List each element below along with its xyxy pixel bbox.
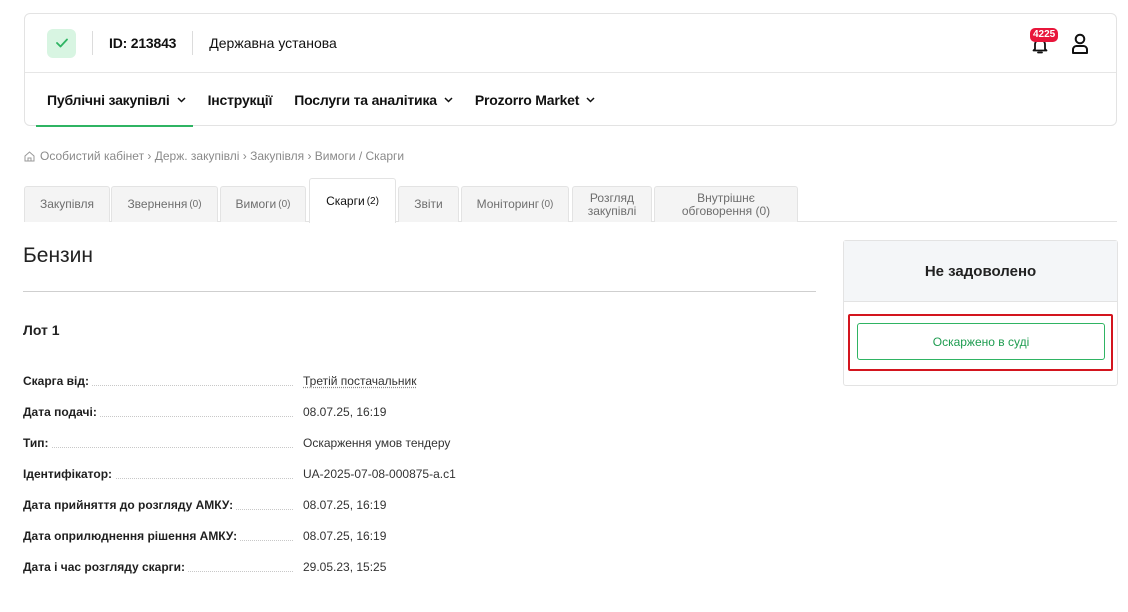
header-top: ID: 213843 Державна установа 4225 <box>25 14 1116 73</box>
page-title: Бензин <box>23 244 94 267</box>
tab-requirements[interactable]: Вимоги (0) <box>220 186 306 222</box>
tabs: Закупівля Звернення (0) Вимоги (0) Скарги(… <box>24 178 1117 223</box>
title-divider <box>23 291 816 292</box>
org-type: Державна установа <box>209 35 337 51</box>
chevron-down-icon <box>586 96 595 103</box>
breadcrumb-text[interactable]: Особистий кабінет › Держ. закупівлі › За… <box>40 149 404 163</box>
separator <box>192 31 194 55</box>
tab-procurement[interactable]: Закупівля <box>24 186 110 222</box>
chevron-down-icon <box>177 96 186 103</box>
complainant-link[interactable]: Третій постачальник <box>303 374 417 388</box>
nav-prozorro-market[interactable]: Prozorro Market <box>475 92 595 108</box>
notification-badge: 4225 <box>1030 28 1059 42</box>
home-icon[interactable] <box>24 150 35 162</box>
tab-internal-discussion[interactable]: Внутрішнє обговорення (0) <box>654 186 798 222</box>
status-title: Не задоволено <box>844 241 1117 302</box>
detail-row: Тип: Оскарження умов тендеру <box>23 436 451 450</box>
lot-title: Лот 1 <box>23 322 60 338</box>
check-icon <box>47 28 76 58</box>
active-nav-indicator <box>36 125 193 127</box>
user-icon[interactable] <box>1071 33 1089 55</box>
main-nav: Публічні закупівлі Інструкції Послуги та… <box>25 73 1116 127</box>
detail-row: Дата оприлюднення рішення АМКУ: 08.07.25… <box>23 529 387 543</box>
detail-row: Скарга від: Третій постачальник <box>23 374 417 388</box>
header-card: ID: 213843 Державна установа 4225 Публіч… <box>24 13 1117 127</box>
appealed-in-court-button[interactable]: Оскаржено в суді <box>857 323 1105 360</box>
tab-procurement-review[interactable]: Розгляд закупівлі <box>572 186 652 222</box>
tab-complaints[interactable]: Скарги (2) <box>309 178 396 223</box>
detail-row: Дата подачі: 08.07.25, 16:19 <box>23 405 387 419</box>
nav-instructions[interactable]: Інструкції <box>208 92 273 108</box>
chevron-down-icon <box>444 96 453 103</box>
tab-monitoring[interactable]: Моніторинг (0) <box>461 186 569 222</box>
tab-reports[interactable]: Звіти <box>398 186 459 222</box>
tab-appeals[interactable]: Звернення (0) <box>111 186 218 222</box>
notifications-button[interactable]: 4225 <box>1029 28 1061 58</box>
nav-services-analytics[interactable]: Послуги та аналітика <box>294 92 453 108</box>
separator <box>92 31 93 55</box>
breadcrumb: Особистий кабінет › Держ. закупівлі › За… <box>24 149 404 163</box>
detail-row: Ідентифікатор: UA-2025-07-08-000875-a.c1 <box>23 467 456 481</box>
detail-row: Дата прийняття до розгляду АМКУ: 08.07.2… <box>23 498 387 512</box>
nav-public-procurement[interactable]: Публічні закупівлі <box>47 92 186 108</box>
org-id: ID: 213843 <box>109 35 177 51</box>
detail-row: Дата і час розгляду скарги: 29.05.23, 15… <box>23 560 387 574</box>
